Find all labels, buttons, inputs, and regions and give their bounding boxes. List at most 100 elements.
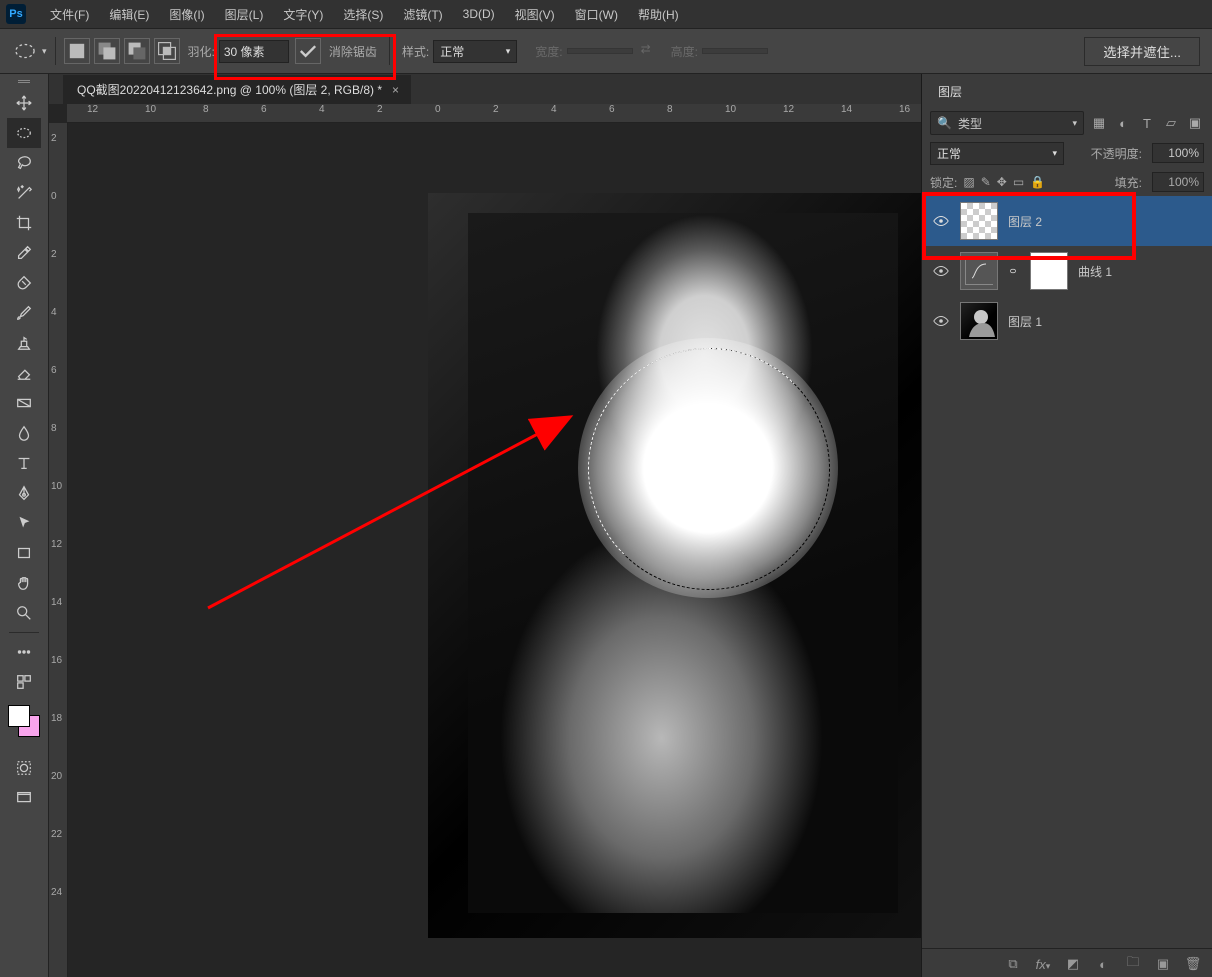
gradient-tool[interactable] [7, 388, 41, 418]
ruler-horizontal[interactable]: 121086420246810121416 [67, 104, 921, 123]
panel-grip-icon[interactable] [17, 80, 31, 84]
feather-input[interactable]: 30 像素 [219, 40, 289, 63]
new-adjustment-icon[interactable]: ◐ [1094, 957, 1112, 972]
ellipse-marquee-tool[interactable] [7, 118, 41, 148]
lock-pixels-icon[interactable]: ✎ [981, 175, 991, 189]
menu-layer[interactable]: 图层(L) [215, 2, 274, 27]
search-icon: 🔍 [937, 116, 952, 130]
menu-view[interactable]: 视图(V) [505, 2, 565, 27]
tool-preset-chevron-icon[interactable]: ▾ [42, 46, 47, 57]
antialias-checkbox[interactable] [295, 38, 321, 64]
zoom-tool[interactable] [7, 598, 41, 628]
chevron-down-icon: ▾ [1072, 118, 1077, 129]
color-swatches[interactable] [6, 703, 42, 739]
layer-row[interactable]: 图层 1 [922, 296, 1212, 346]
edit-toolbar-icon[interactable] [7, 667, 41, 697]
fill-label: 填充: [1115, 174, 1142, 191]
opacity-input[interactable]: 100% [1152, 143, 1204, 163]
menu-type[interactable]: 文字(Y) [273, 2, 333, 27]
quick-mask-icon[interactable] [7, 753, 41, 783]
filter-shape-icon[interactable]: ▱ [1162, 114, 1180, 132]
crop-tool[interactable] [7, 208, 41, 238]
lock-transparent-icon[interactable]: ▨ [963, 175, 974, 189]
document-tab[interactable]: QQ截图20220412123642.png @ 100% (图层 2, RGB… [63, 75, 411, 104]
pen-tool[interactable] [7, 478, 41, 508]
main-area: QQ截图20220412123642.png @ 100% (图层 2, RGB… [0, 74, 1212, 977]
elliptical-selection-marquee [588, 348, 830, 590]
selection-add-icon[interactable] [94, 38, 120, 64]
more-tools-icon[interactable] [7, 637, 41, 667]
style-label: 样式: [402, 43, 429, 60]
blur-tool[interactable] [7, 418, 41, 448]
layer-mask-thumbnail[interactable] [1030, 252, 1068, 290]
close-tab-icon[interactable]: × [392, 83, 399, 97]
menu-window[interactable]: 窗口(W) [565, 2, 628, 27]
layers-tab[interactable]: 图层 [922, 75, 978, 108]
current-tool-icon[interactable] [12, 38, 38, 64]
layer-row[interactable]: 图层 2 [922, 196, 1212, 246]
menu-3d[interactable]: 3D(D) [453, 3, 505, 25]
clone-stamp-tool[interactable] [7, 328, 41, 358]
adjustment-thumbnail[interactable] [960, 252, 998, 290]
filter-smart-icon[interactable]: ▣ [1186, 114, 1204, 132]
menu-filter[interactable]: 滤镜(T) [393, 2, 452, 27]
visibility-eye-icon[interactable] [932, 312, 950, 330]
path-select-tool[interactable] [7, 508, 41, 538]
ruler-vertical[interactable]: 2024681012141618202224 [49, 123, 68, 977]
lock-label: 锁定: [930, 174, 957, 191]
screen-mode-icon[interactable] [7, 783, 41, 813]
menu-help[interactable]: 帮助(H) [628, 2, 689, 27]
layer-filter-dropdown[interactable]: 🔍 类型 ▾ [930, 111, 1084, 135]
magic-wand-tool[interactable] [7, 178, 41, 208]
canvas[interactable] [68, 123, 921, 977]
healing-brush-tool[interactable] [7, 268, 41, 298]
fill-input[interactable]: 100% [1152, 172, 1204, 192]
lock-position-icon[interactable]: ✥ [997, 175, 1007, 189]
menu-select[interactable]: 选择(S) [333, 2, 393, 27]
select-and-mask-button[interactable]: 选择并遮住... [1084, 37, 1200, 66]
filter-image-icon[interactable]: ▦ [1090, 114, 1108, 132]
layer-name[interactable]: 图层 2 [1008, 213, 1042, 230]
new-group-icon[interactable]: 🗀 [1124, 953, 1142, 975]
swap-dimensions-icon: ⇄ [641, 42, 659, 60]
selection-subtract-icon[interactable] [124, 38, 150, 64]
rectangle-tool[interactable] [7, 538, 41, 568]
selection-new-icon[interactable] [64, 38, 90, 64]
style-dropdown[interactable]: 正常 ▾ [433, 40, 517, 63]
menu-image[interactable]: 图像(I) [159, 2, 214, 27]
chevron-down-icon: ▾ [506, 46, 511, 57]
new-layer-icon[interactable]: ▣ [1154, 956, 1172, 972]
filter-type-icon[interactable]: T [1138, 114, 1156, 132]
lock-artboard-icon[interactable]: ▭ [1013, 175, 1024, 189]
move-tool[interactable] [7, 88, 41, 118]
layer-thumbnail[interactable] [960, 302, 998, 340]
eraser-tool[interactable] [7, 358, 41, 388]
mask-link-icon[interactable] [1008, 265, 1020, 277]
delete-layer-icon[interactable]: 🗑 [1184, 956, 1202, 972]
visibility-eye-icon[interactable] [932, 212, 950, 230]
type-tool[interactable] [7, 448, 41, 478]
layer-thumbnail[interactable] [960, 202, 998, 240]
eyedropper-tool[interactable] [7, 238, 41, 268]
hand-tool[interactable] [7, 568, 41, 598]
add-mask-icon[interactable]: ◩ [1064, 956, 1082, 972]
layer-name[interactable]: 曲线 1 [1078, 263, 1112, 280]
layer-row[interactable]: 曲线 1 [922, 246, 1212, 296]
menu-edit[interactable]: 编辑(E) [99, 2, 159, 27]
document-area: QQ截图20220412123642.png @ 100% (图层 2, RGB… [49, 74, 921, 977]
filter-adjust-icon[interactable]: ◐ [1114, 114, 1132, 132]
selection-intersect-icon[interactable] [154, 38, 180, 64]
blend-mode-value: 正常 [937, 145, 961, 162]
foreground-color-swatch[interactable] [8, 705, 30, 727]
layer-name[interactable]: 图层 1 [1008, 313, 1042, 330]
lock-all-icon[interactable]: 🔒 [1030, 175, 1045, 189]
blend-mode-dropdown[interactable]: 正常 ▾ [930, 142, 1064, 165]
layer-fx-icon[interactable]: fx▾ [1034, 957, 1052, 972]
lasso-tool[interactable] [7, 148, 41, 178]
visibility-eye-icon[interactable] [932, 262, 950, 280]
brush-tool[interactable] [7, 298, 41, 328]
layers-panel-footer: ⧉ fx▾ ◩ ◐ 🗀 ▣ 🗑 [922, 948, 1212, 977]
menu-file[interactable]: 文件(F) [40, 2, 99, 27]
link-layers-icon[interactable]: ⧉ [1004, 956, 1022, 972]
menu-bar: Ps 文件(F) 编辑(E) 图像(I) 图层(L) 文字(Y) 选择(S) 滤… [0, 0, 1212, 29]
